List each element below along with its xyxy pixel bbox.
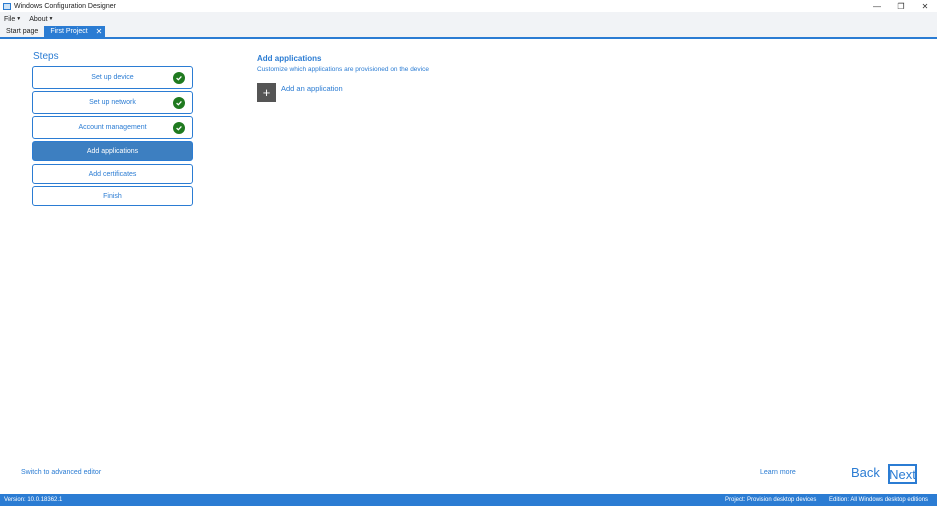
edition-text: Edition: All Windows desktop editions	[829, 497, 929, 503]
menu-bar: File ▼ About ▼	[0, 12, 937, 26]
menu-about-label: About	[29, 15, 48, 23]
status-bar: Version: 10.0.18362.1 Project: Provision…	[0, 494, 937, 506]
tab-start-page[interactable]: Start page	[0, 26, 45, 37]
step-label: Add certificates	[88, 170, 137, 178]
close-icon[interactable]: ✕	[96, 27, 103, 36]
step-account-management[interactable]: Account management	[32, 116, 193, 139]
steps-heading: Steps	[33, 51, 59, 62]
close-icon[interactable]: ✕	[913, 0, 937, 12]
step-label: Add applications	[86, 147, 139, 155]
step-label: Set up network	[89, 99, 136, 106]
page-subtitle: Customize which applications are provisi…	[257, 66, 429, 73]
add-application-row[interactable]: + Add an application	[257, 83, 343, 102]
minimize-icon[interactable]: —	[865, 0, 889, 12]
tab-label: First Project	[50, 28, 88, 35]
version-text: Version: 10.0.18362.1	[4, 497, 63, 503]
window-title: Windows Configuration Designer	[14, 2, 116, 10]
step-label: Set up device	[91, 74, 134, 81]
menu-file-label: File	[4, 15, 16, 23]
check-icon	[173, 121, 185, 134]
step-label: Finish	[103, 192, 122, 200]
window-controls: — ❐ ✕	[865, 0, 937, 12]
step-set-up-network[interactable]: Set up network	[32, 91, 193, 114]
step-add-applications[interactable]: Add applications	[32, 141, 193, 161]
back-button[interactable]: Back	[851, 465, 880, 480]
tab-first-project[interactable]: First Project ✕	[44, 26, 106, 37]
switch-advanced-editor-link[interactable]: Switch to advanced editor	[21, 469, 101, 476]
learn-more-link[interactable]: Learn more	[760, 469, 796, 476]
app-icon	[3, 2, 11, 10]
title-bar: Windows Configuration Designer — ❐ ✕	[0, 0, 937, 12]
tab-label: Start page	[6, 28, 39, 35]
step-set-up-device[interactable]: Set up device	[32, 66, 193, 89]
check-icon	[173, 96, 185, 109]
step-add-certificates[interactable]: Add certificates	[32, 164, 193, 184]
tab-bar: Start page First Project ✕	[0, 26, 937, 39]
add-application-link[interactable]: Add an application	[281, 84, 343, 93]
plus-icon[interactable]: +	[257, 83, 276, 102]
menu-file[interactable]: File ▼	[4, 16, 21, 23]
page-title: Add applications	[257, 54, 322, 63]
step-label: Account management	[78, 124, 147, 131]
chevron-down-icon: ▼	[16, 16, 22, 22]
chevron-down-icon: ▼	[48, 16, 54, 22]
project-text: Project: Provision desktop devices	[725, 497, 817, 503]
check-icon	[173, 71, 185, 84]
restore-icon[interactable]: ❐	[889, 0, 913, 12]
step-finish[interactable]: Finish	[32, 186, 193, 206]
next-button[interactable]: Next	[888, 464, 917, 484]
menu-about[interactable]: About ▼	[29, 16, 53, 23]
